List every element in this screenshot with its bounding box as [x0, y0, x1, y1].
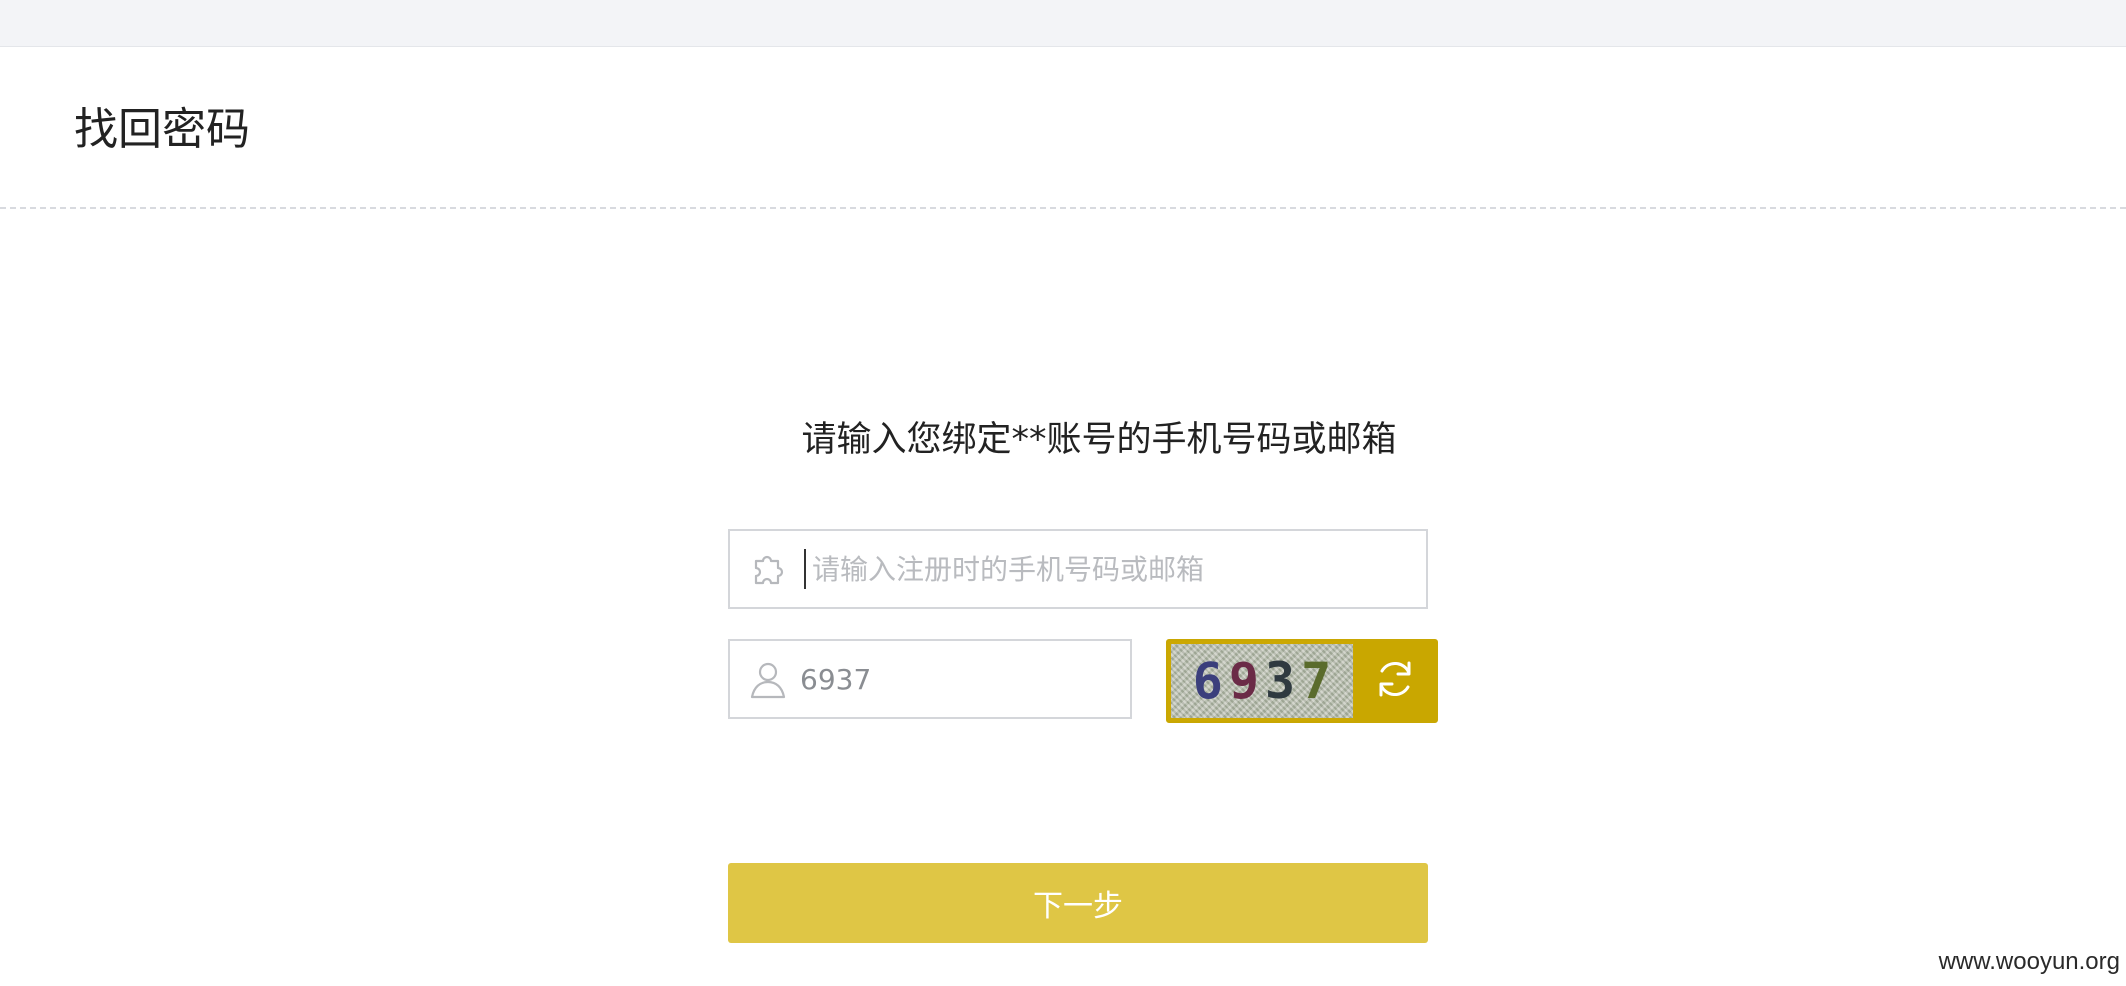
page-title: 找回密码 — [74, 104, 250, 155]
dashed-divider — [0, 207, 2126, 209]
refresh-icon — [1371, 655, 1419, 707]
puzzle-icon — [746, 547, 790, 591]
watermark: www.wooyun.org — [1938, 948, 2120, 975]
captcha-input[interactable] — [800, 641, 1120, 717]
account-field[interactable] — [728, 529, 1428, 609]
next-step-button[interactable]: 下一步 — [728, 863, 1428, 943]
user-icon — [746, 657, 790, 701]
captcha-widget: 6 9 3 7 — [1166, 639, 1438, 723]
captcha-field[interactable] — [728, 639, 1132, 719]
captcha-digit: 9 — [1228, 652, 1259, 710]
form-instruction: 请输入您绑定**账号的手机号码或邮箱 — [801, 420, 1397, 460]
refresh-captcha-button[interactable] — [1354, 641, 1436, 721]
captcha-digit: 3 — [1265, 652, 1296, 710]
account-input[interactable] — [804, 549, 1424, 589]
captcha-digit: 6 — [1192, 652, 1223, 710]
top-header-strip — [0, 0, 2126, 47]
captcha-digit: 7 — [1301, 652, 1332, 710]
captcha-image[interactable]: 6 9 3 7 — [1171, 644, 1353, 718]
